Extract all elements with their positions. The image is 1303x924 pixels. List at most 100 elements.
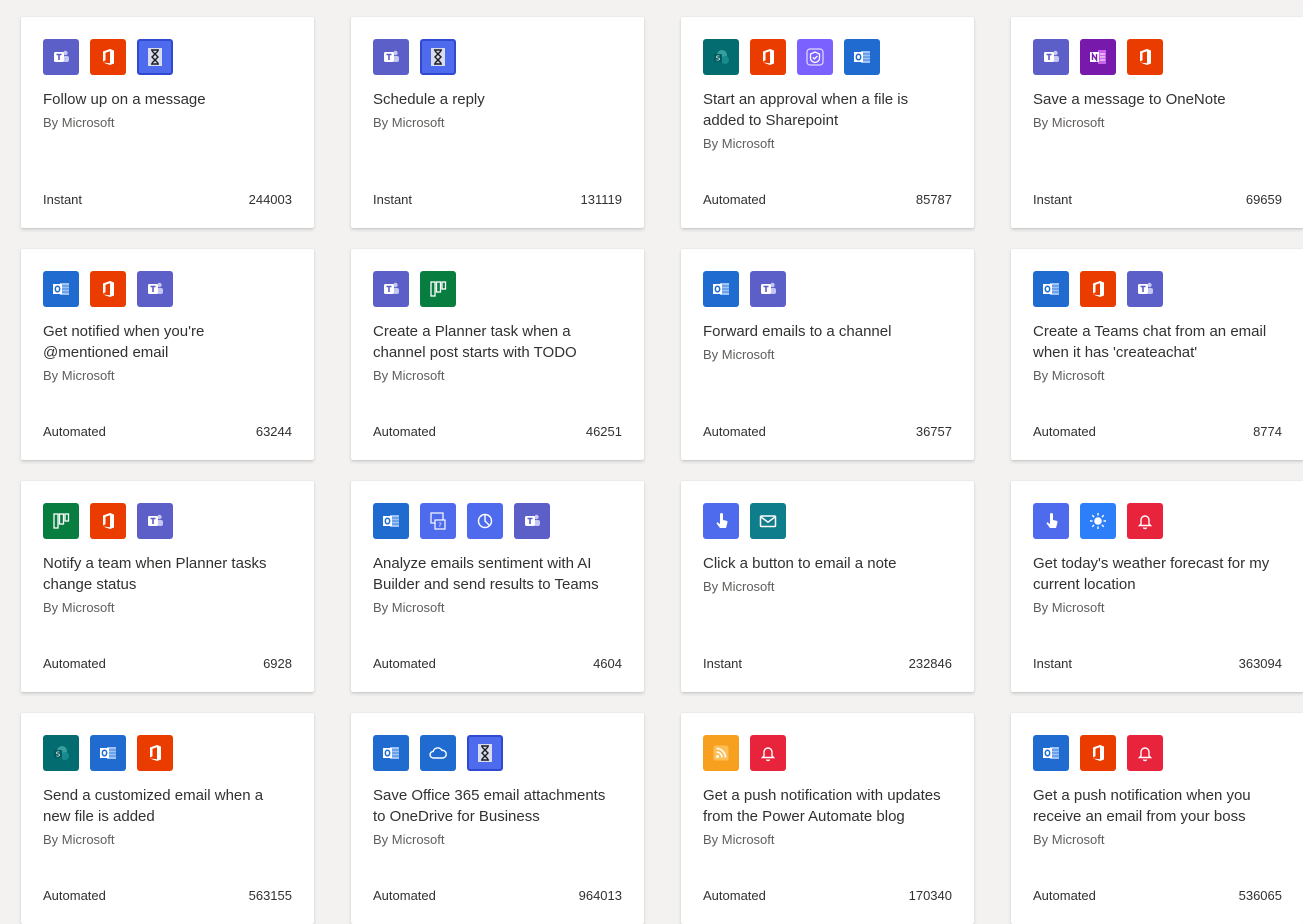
template-author: By Microsoft [43,600,115,615]
template-card[interactable]: Get notified when you're @mentioned emai… [21,249,314,460]
delay-icon [420,39,456,75]
connector-icons [1033,503,1282,539]
usage-count: 563155 [248,888,292,903]
template-author: By Microsoft [703,136,775,151]
template-footer: Instant 131119 [373,192,622,207]
template-footer: Automated 63244 [43,424,292,439]
usage-count: 244003 [248,192,292,207]
template-footer: Automated 563155 [43,888,292,903]
template-author: By Microsoft [703,832,775,847]
planner-icon [43,503,79,539]
svg-text:S: S [56,751,61,759]
template-title: Save Office 365 email attachments to One… [373,787,606,825]
flow-type: Automated [1033,424,1096,439]
teams-icon [1127,271,1163,307]
template-footer: Automated 85787 [703,192,952,207]
usage-count: 363094 [1238,656,1282,671]
flow-type: Instant [703,656,743,671]
flow-type: Automated [373,656,436,671]
teams-icon [1033,39,1069,75]
template-author: By Microsoft [43,832,115,847]
template-footer: Automated 4604 [373,656,622,671]
template-card[interactable]: ? Analyze emails sentiment with AI Builde… [351,481,644,692]
template-card[interactable]: S Send a customized email when a new file… [21,713,314,924]
button-icon [703,503,739,539]
outlook-icon [373,735,409,771]
template-footer: Automated 964013 [373,888,622,903]
connector-icons [43,39,292,75]
connector-icons [43,503,292,539]
flow-type: Automated [43,424,106,439]
planner-icon [420,271,456,307]
flow-type: Automated [703,888,766,903]
svg-text:S: S [716,55,721,63]
template-footer: Automated 36757 [703,424,952,439]
template-card[interactable]: Save a message to OneNote By Microsoft Ins… [1011,17,1303,228]
template-title: Get a push notification when you receive… [1033,787,1251,825]
usage-count: 6928 [263,656,292,671]
outlook-icon [90,735,126,771]
connector-icons [373,39,622,75]
flow-type: Automated [43,888,106,903]
outlook-icon [43,271,79,307]
template-author: By Microsoft [1033,832,1105,847]
template-card[interactable]: Create a Planner task when a channel pos… [351,249,644,460]
template-card[interactable]: Schedule a reply By Microsoft Instant 13111… [351,17,644,228]
template-card[interactable]: Save Office 365 email attachments to One… [351,713,644,924]
connector-icons: S [43,735,292,771]
outlook-icon [1033,271,1069,307]
flow-type: Automated [1033,888,1096,903]
template-author: By Microsoft [373,115,445,130]
connector-icons [43,271,292,307]
weather-icon [1080,503,1116,539]
template-card[interactable]: Click a button to email a note By Microso… [681,481,974,692]
teams-icon [137,503,173,539]
office-icon [90,503,126,539]
usage-count: 46251 [585,424,622,439]
template-footer: Automated 6928 [43,656,292,671]
template-card[interactable]: Get today's weather forecast for my curr… [1011,481,1303,692]
template-card[interactable]: Get a push notification when you receive… [1011,713,1303,924]
connector-icons [703,735,952,771]
template-author: By Microsoft [1033,600,1105,615]
flow-type: Instant [373,192,413,207]
teams-icon [373,39,409,75]
connector-icons: S [703,39,952,75]
template-author: By Microsoft [703,579,775,594]
office-icon [1080,735,1116,771]
office-icon [90,39,126,75]
template-title: Send a customized email when a new file … [43,787,264,825]
template-footer: Instant 363094 [1033,656,1282,671]
outlook-icon [373,503,409,539]
template-title: Create a Teams chat from an email when i… [1033,323,1267,361]
template-author: By Microsoft [43,368,115,383]
template-footer: Instant 69659 [1033,192,1282,207]
usage-count: 85787 [915,192,952,207]
connector-icons [1033,39,1282,75]
sharepoint-icon: S [43,735,79,771]
template-card[interactable]: S Start an approval when a file is added … [681,17,974,228]
notification-icon [1127,503,1163,539]
connector-icons [373,735,622,771]
template-card[interactable]: Forward emails to a channel By Microsoft A… [681,249,974,460]
template-title: Schedule a reply [373,91,485,108]
flow-type: Instant [1033,656,1073,671]
usage-count: 536065 [1238,888,1282,903]
teams-icon [43,39,79,75]
flow-type: Automated [43,656,106,671]
template-card[interactable]: Get a push notification with updates fro… [681,713,974,924]
connector-icons [1033,735,1282,771]
template-card[interactable]: Follow up on a message By Microsoft Instan… [21,17,314,228]
outlook-icon [1033,735,1069,771]
ai-builder-icon: ? [420,503,456,539]
sentiment-icon [467,503,503,539]
flow-type: Automated [703,424,766,439]
usage-count: 8774 [1253,424,1282,439]
connector-icons [1033,271,1282,307]
template-title: Start an approval when a file is added t… [703,91,909,129]
template-title: Get notified when you're @mentioned emai… [43,323,205,361]
template-title: Get a push notification with updates fro… [703,787,941,825]
template-card[interactable]: Create a Teams chat from an email when i… [1011,249,1303,460]
template-card[interactable]: Notify a team when Planner tasks change … [21,481,314,692]
teams-icon [373,271,409,307]
